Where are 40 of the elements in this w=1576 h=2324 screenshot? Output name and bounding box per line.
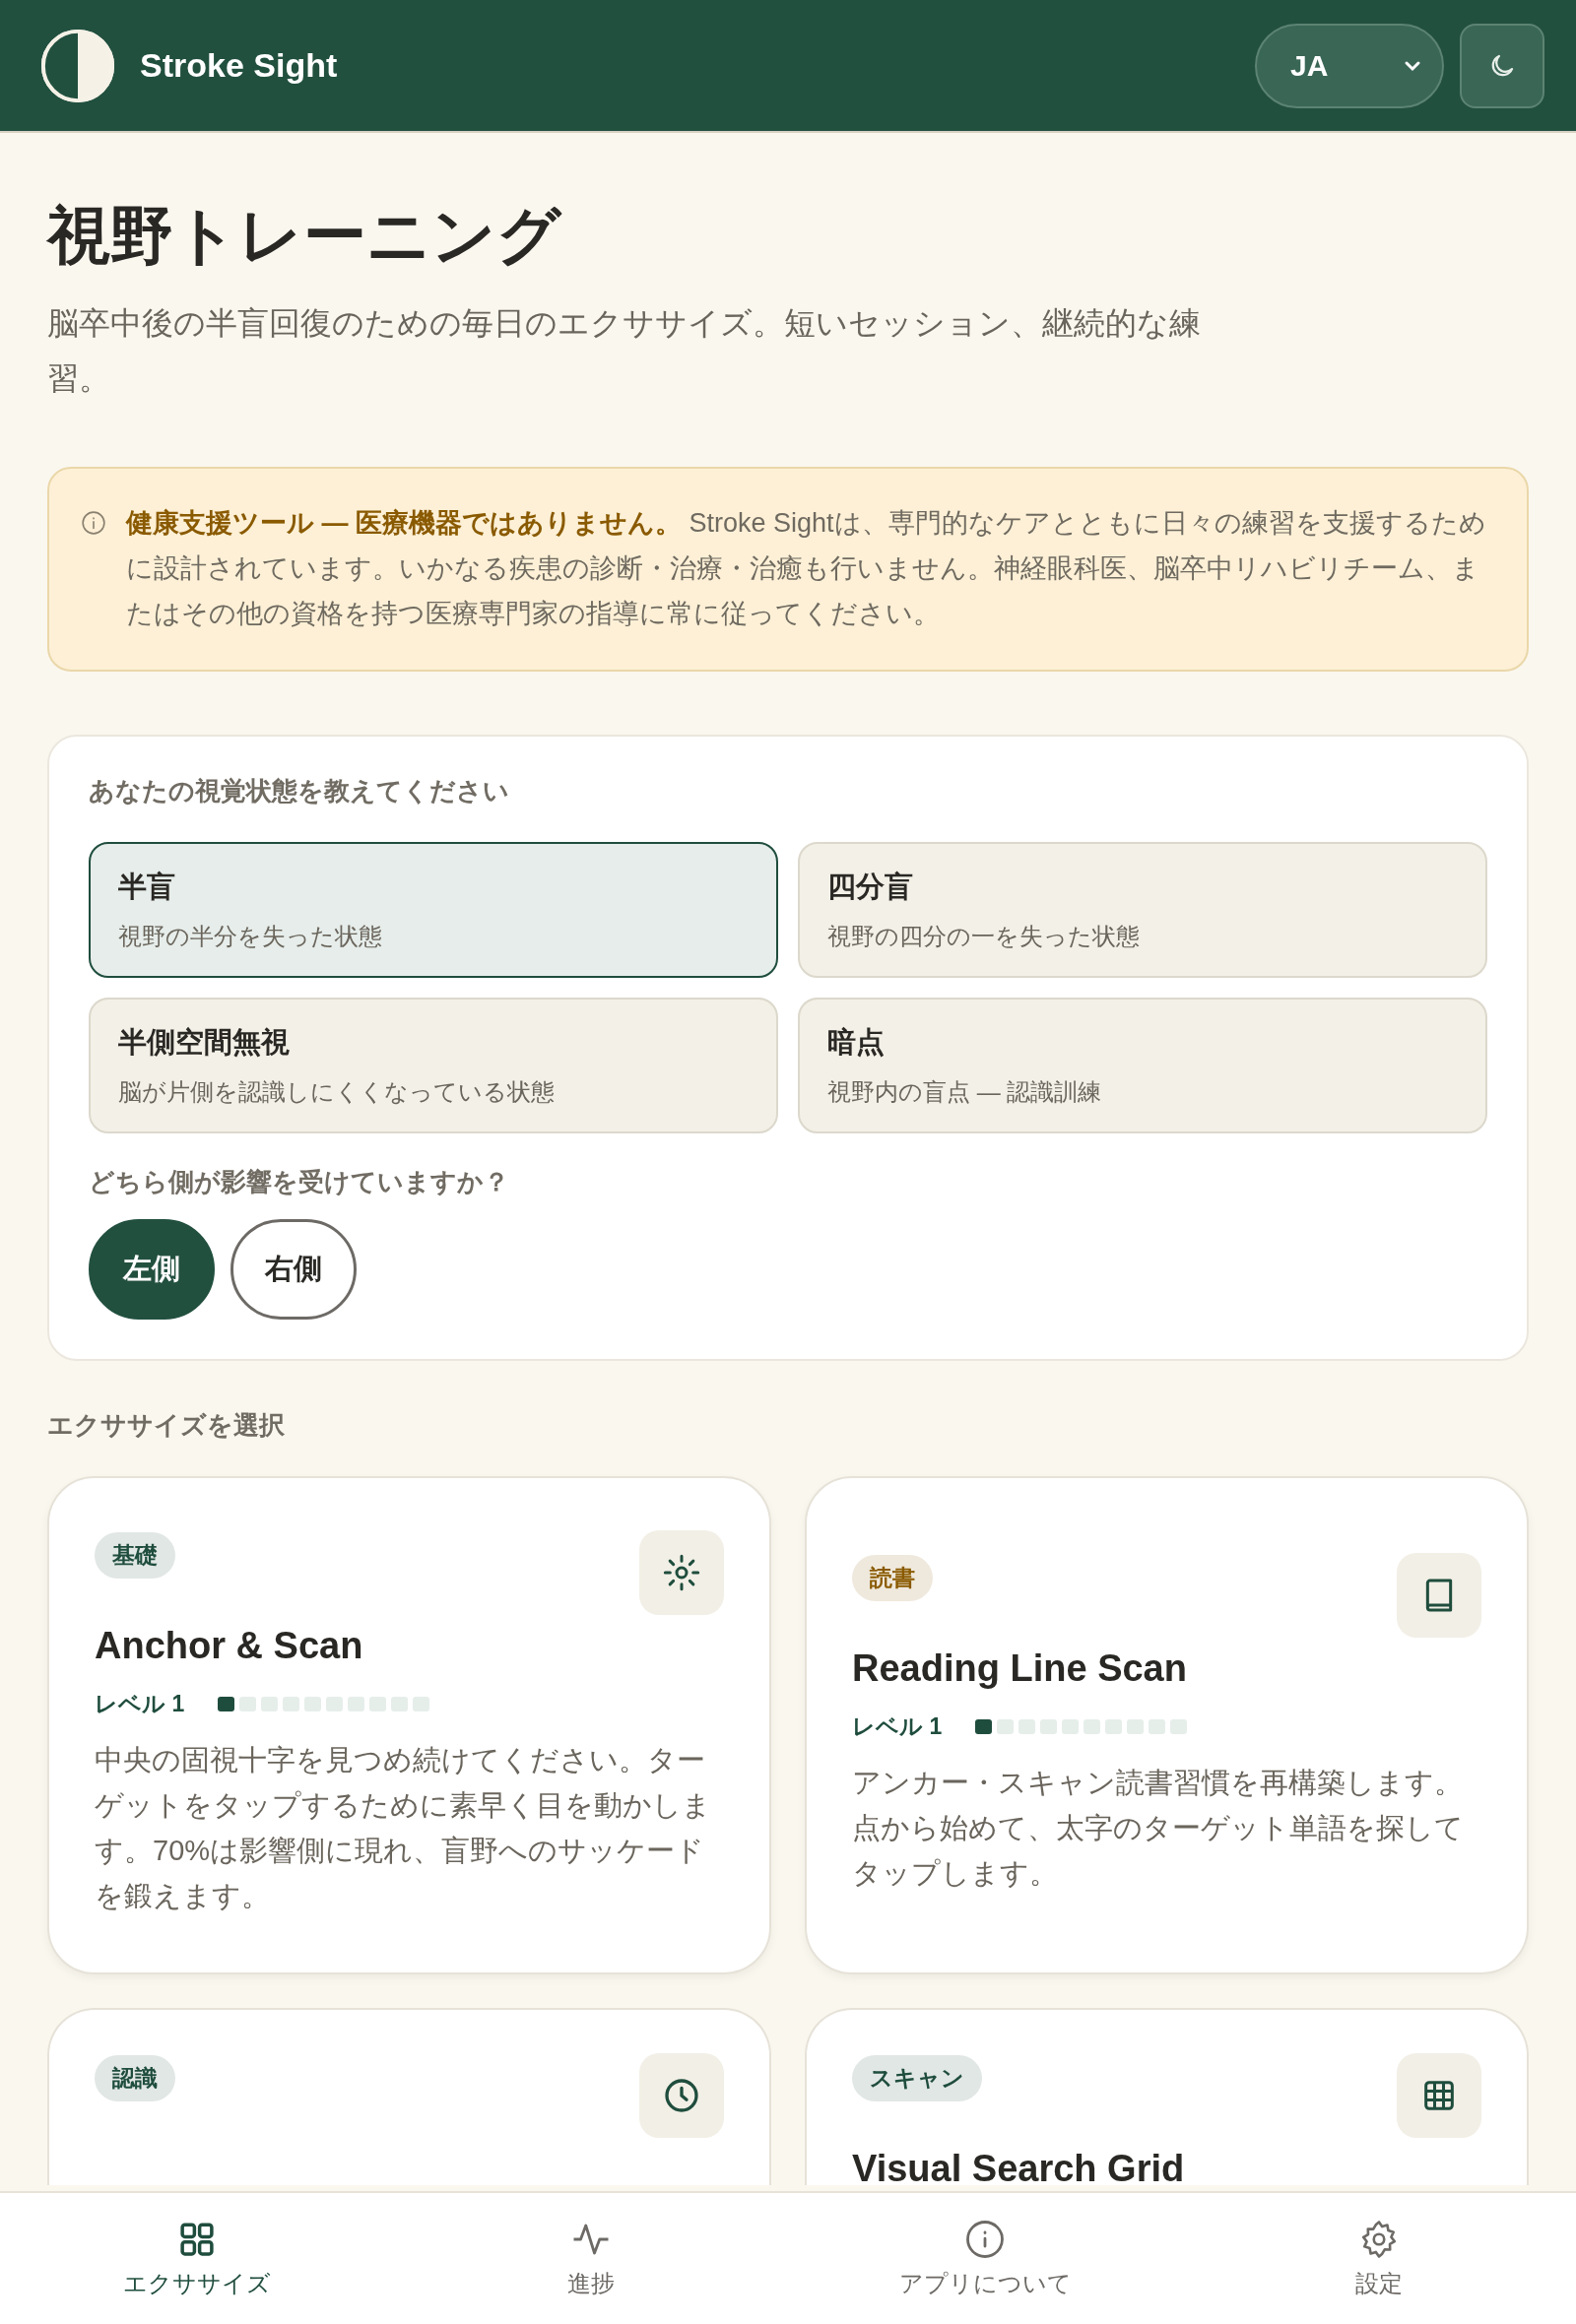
category-tag: スキャン <box>852 2054 982 2101</box>
category-tag: 認識 <box>95 2054 175 2101</box>
side-toggle[interactable]: 右側 <box>230 1218 357 1320</box>
exercise-card[interactable]: スキャン Visual Search Grid <box>805 2007 1529 2185</box>
app-name: Stroke Sight <box>140 46 338 85</box>
side-question: どちら側が影響を受けていますか？ <box>89 1165 510 1198</box>
page-title: 視野トレーニング <box>47 199 563 273</box>
info-icon <box>81 509 106 536</box>
exercise-description: アンカー・スキャン読書習慣を再構築します。点から始めて、太字のターゲット単語を探してタップします。 <box>852 1765 1465 1891</box>
condition-option[interactable]: 半側空間無視 脳が片側を認識しにくくなっている状態 <box>89 997 778 1133</box>
nav-tab[interactable]: アプリについて <box>788 2193 1182 2324</box>
language-select[interactable]: JA <box>1255 23 1444 108</box>
level-label: レベル 1 <box>852 1711 943 1741</box>
page-subtitle: 脳卒中後の半盲回復のための毎日のエクササイズ。短いセッション、継続的な練習。 <box>47 303 1202 398</box>
dark-mode-button[interactable] <box>1460 23 1544 108</box>
logo-icon <box>39 27 116 104</box>
category-tag: 読書 <box>852 1554 933 1601</box>
nav-tab[interactable]: 進捗 <box>394 2193 788 2324</box>
condition-option[interactable]: 四分盲 視野の四分の一を失った状態 <box>798 841 1487 978</box>
section-heading: あなたの視覚状態を教えてください <box>89 774 510 807</box>
category-tag: 基礎 <box>95 1531 175 1579</box>
nav-tab[interactable]: 設定 <box>1182 2193 1576 2324</box>
condition-option[interactable]: 暗点 視野内の盲点 — 認識訓練 <box>798 997 1487 1133</box>
exercise-description: 中央の固視十字を見つめ続けてください。ターゲットをタップするために素早く目を動かします。70%は影響側に現れ、盲野へのサッケードを鍛えます。 <box>95 1742 712 1913</box>
side-toggle[interactable]: 左側 <box>89 1218 215 1320</box>
exercise-title: Reading Line Scan <box>852 1646 1188 1690</box>
disclaimer-text: 健康支援ツール — 医療機器ではありません。 Stroke Sightは、専門的なケアとともに日々の練習を支援するために設計されています。いかなる疾患の診断・治療・治癒も行いません。神経眼科医、脳卒中リハビリチーム、またはその他の資格を持つ医療専門家の指導に常に従ってください。 <box>126 506 1487 630</box>
grid-icon <box>1397 2052 1481 2138</box>
exercise-card[interactable]: 認識 <box>47 2007 771 2185</box>
section-heading: エクササイズを選択 <box>47 1408 286 1442</box>
exercise-title: Anchor & Scan <box>95 1624 364 1667</box>
clock-icon <box>639 2052 724 2138</box>
book-icon <box>1397 1552 1481 1638</box>
exercise-title: Visual Search Grid <box>852 2147 1186 2185</box>
info-icon <box>964 2218 1006 2260</box>
exercise-card[interactable]: 読書 Reading Line Scan レベル 1 アンカー・スキャン読書習慣を再構築します。点から始めて、太字のターゲット単語を探してタップします。 <box>805 1475 1529 1974</box>
exercise-card[interactable]: 基礎 Anchor & Scan レベル 1 中央の固視十字を見つめ続けてください。ターゲットをタップするために素早く目を動かします。70%は影響側に現れ、盲野へのサッケードを鍛えます。 <box>47 1475 771 1974</box>
condition-option[interactable]: 半盲 視野の半分を失った状態 <box>89 841 778 978</box>
level-label: レベル 1 <box>95 1689 185 1718</box>
nav-tab[interactable]: エクササイズ <box>0 2193 394 2324</box>
